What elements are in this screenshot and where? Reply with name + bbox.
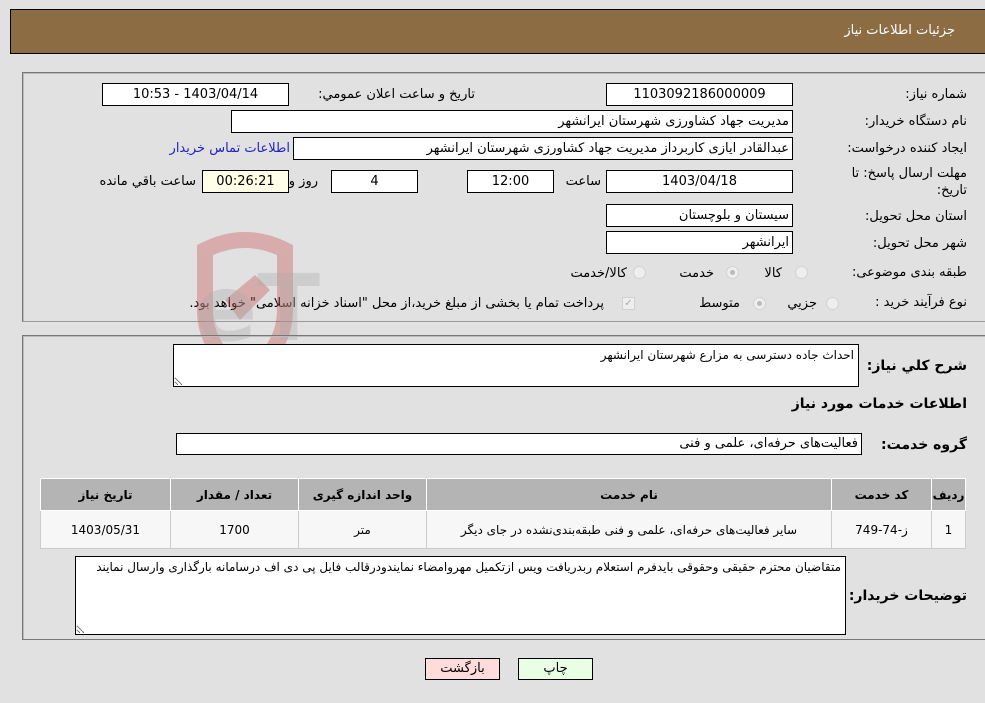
cell-service-name: سایر فعالیت‌های حرفه‌ای، علمی و فنی طبقه…: [426, 510, 832, 549]
process-radio-minor[interactable]: [826, 297, 839, 310]
cell-service-code: ز-74-749: [831, 510, 932, 549]
page-header: جزئیات اطلاعات نیاز: [10, 9, 985, 54]
treasury-checkbox[interactable]: ✓: [622, 297, 635, 310]
announce-date-field: 1403/04/14 - 10:53: [102, 83, 289, 106]
category-option-service: خدمت: [679, 266, 714, 281]
buyer-notes-label: توضیحات خریدار:: [848, 588, 967, 604]
services-table: ردیف کد خدمت نام خدمت واحد اندازه گیری ت…: [40, 478, 966, 549]
services-section-title: اطلاعات خدمات مورد نیاز: [791, 396, 967, 412]
service-group-label: گروه خدمت:: [881, 437, 967, 453]
need-number-field: 1103092186000009: [606, 83, 793, 106]
description-textarea[interactable]: احداث جاده دسترسی به مزارع شهرستان ایران…: [173, 344, 859, 387]
buyer-org-field: مدیریت جهاد کشاورزی شهرستان ایرانشهر: [231, 110, 793, 133]
days-remaining-field: 4: [331, 170, 418, 193]
col-header-need-date: تاریخ نیاز: [40, 478, 171, 511]
deadline-label-line2: تاریخ:: [936, 183, 967, 198]
col-header-quantity: تعداد / مقدار: [170, 478, 299, 511]
deadline-label-line1: مهلت ارسال پاسخ: تا: [851, 166, 967, 181]
page-title: جزئیات اطلاعات نیاز: [844, 23, 955, 38]
requester-field: عبدالقادر ایازی کاربرداز مدیریت جهاد کشا…: [293, 137, 793, 160]
process-option-medium: متوسط: [699, 296, 740, 311]
col-header-unit: واحد اندازه گیری: [298, 478, 427, 511]
cell-quantity: 1700: [170, 510, 299, 549]
city-label: شهر محل تحویل:: [872, 236, 967, 251]
buyer-notes-textarea[interactable]: متقاضیان محترم حقیقی وحقوقی بایدفرم استع…: [75, 556, 846, 635]
category-radio-goods[interactable]: [795, 266, 808, 279]
service-group-field: فعالیت‌های حرفه‌ای، علمی و فنی: [176, 433, 862, 455]
city-field: ایرانشهر: [606, 231, 793, 254]
deadline-time-label: ساعت: [565, 174, 601, 189]
description-label: شرح کلي نیاز:: [866, 358, 967, 374]
col-header-service-code: کد خدمت: [831, 478, 932, 511]
announce-date-label: تاریخ و ساعت اعلان عمومي:: [318, 87, 475, 102]
process-option-minor: جزیي: [787, 296, 817, 311]
process-type-label: نوع فرآیند خرید :: [875, 295, 967, 310]
process-radio-medium[interactable]: [753, 297, 766, 310]
category-option-goods-service: کالا/خدمت: [570, 266, 627, 281]
requester-label: ایجاد کننده درخواست:: [847, 141, 967, 156]
col-header-service-name: نام خدمت: [426, 478, 832, 511]
treasury-note: پرداخت تمام یا بخشی از مبلغ خرید،از محل …: [189, 296, 604, 311]
back-button[interactable]: بازگشت: [425, 658, 500, 680]
table-row: 1 ز-74-749 سایر فعالیت‌های حرفه‌ای، علمی…: [40, 510, 966, 549]
category-label: طبقه بندی موضوعی:: [851, 265, 967, 280]
buyer-org-label: نام دستگاه خریدار:: [864, 114, 967, 129]
cell-need-date: 1403/05/31: [40, 510, 171, 549]
category-option-goods: کالا: [764, 266, 782, 281]
category-radio-service[interactable]: [726, 266, 739, 279]
remaining-time-label: ساعت باقي مانده: [99, 174, 196, 189]
buyer-contact-link[interactable]: اطلاعات تماس خریدار: [170, 141, 290, 156]
deadline-time-field: 12:00: [467, 170, 554, 193]
deadline-date-field: 1403/04/18: [606, 170, 793, 193]
category-radio-goods-service[interactable]: [633, 266, 646, 279]
cell-unit: متر: [298, 510, 427, 549]
table-header-row: ردیف کد خدمت نام خدمت واحد اندازه گیری ت…: [40, 478, 966, 511]
days-label: روز و: [288, 174, 318, 189]
print-button[interactable]: چاپ: [518, 658, 593, 680]
col-header-row-number: ردیف: [931, 478, 966, 511]
need-number-label: شماره نیاز:: [905, 87, 967, 102]
cell-row-number: 1: [931, 510, 966, 549]
province-label: استان محل تحویل:: [865, 209, 967, 224]
province-field: سیستان و بلوچستان: [606, 204, 793, 227]
remaining-time-field: 00:26:21: [202, 170, 289, 193]
